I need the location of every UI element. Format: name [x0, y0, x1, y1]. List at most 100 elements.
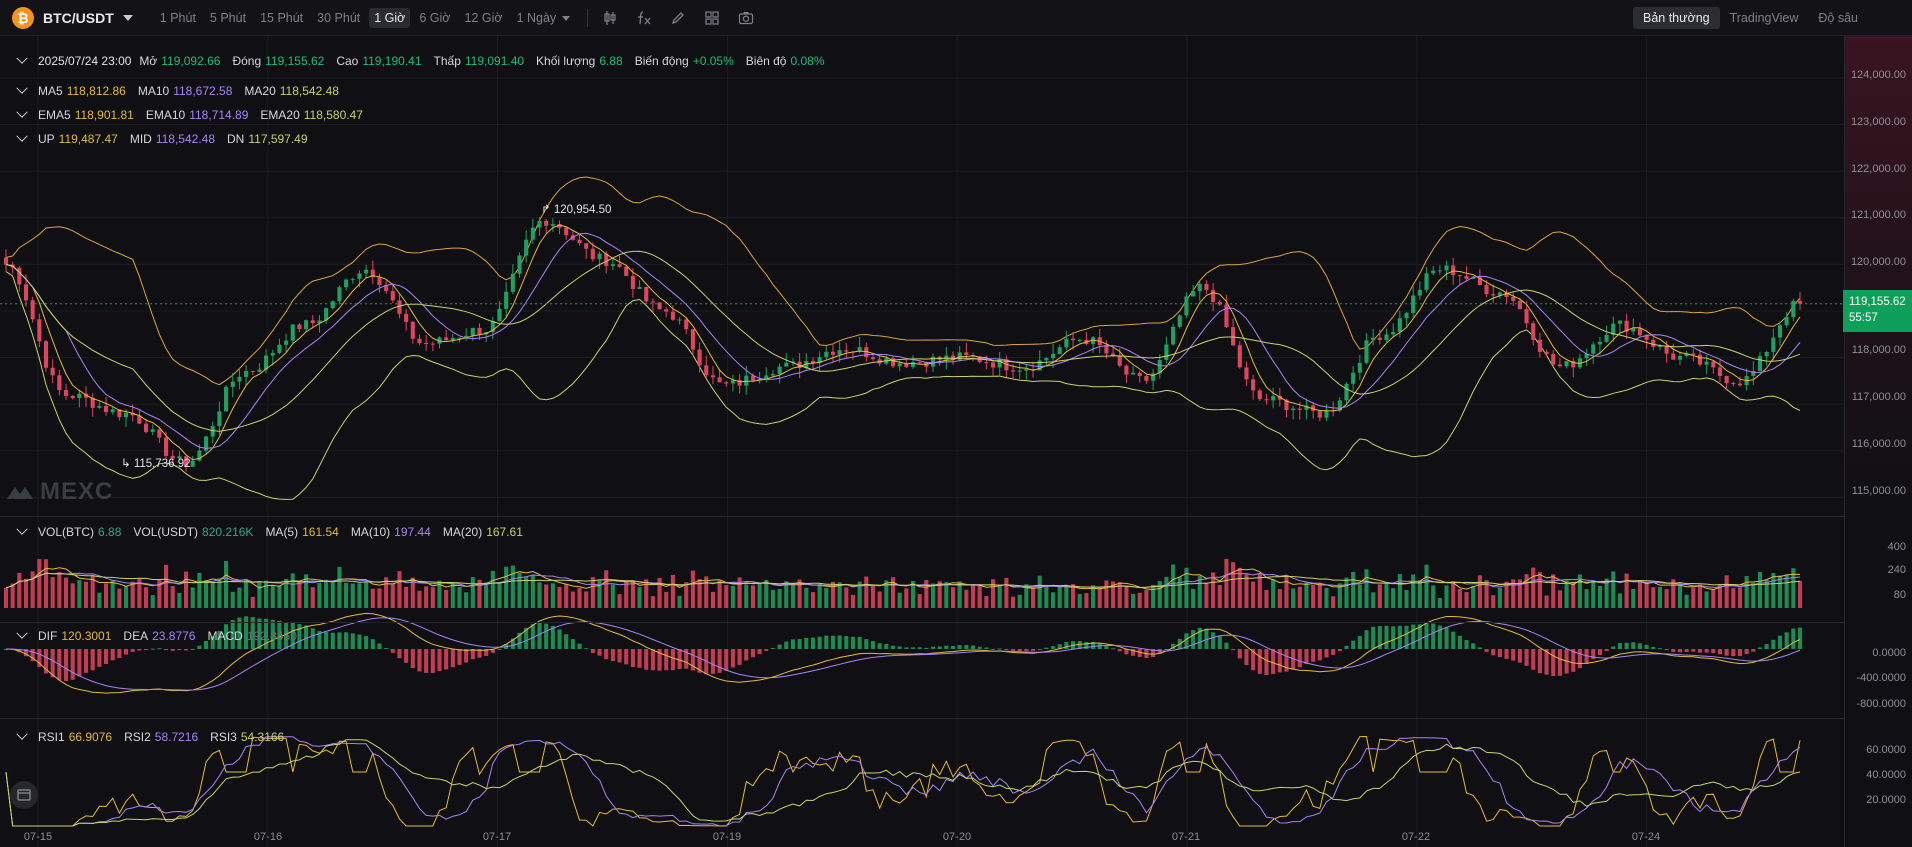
- collapse-chevron-icon[interactable]: [16, 523, 28, 535]
- layout-grid-icon[interactable]: [702, 8, 722, 28]
- collapse-chevron-icon[interactable]: [16, 130, 28, 142]
- candle-body: [1437, 270, 1442, 272]
- collapse-chevron-icon[interactable]: [16, 52, 28, 64]
- candle-body: [1271, 396, 1276, 401]
- volume-bar: [10, 583, 15, 608]
- macd-histogram-bar: [464, 649, 469, 663]
- macd-histogram-bar: [1384, 625, 1389, 649]
- volume-bar: [277, 585, 282, 608]
- macd-histogram-bar: [937, 646, 942, 649]
- interval-1m[interactable]: 1 Phút: [155, 8, 201, 28]
- volume-bar: [317, 582, 322, 608]
- candle-body: [284, 340, 289, 345]
- collapse-chevron-icon[interactable]: [16, 728, 28, 740]
- volume-bar: [637, 587, 642, 608]
- volume-bar: [1324, 587, 1329, 608]
- candle-body: [77, 393, 82, 399]
- chart-canvas[interactable]: [0, 36, 1844, 847]
- volume-bar: [604, 570, 609, 608]
- draw-pencil-icon[interactable]: [668, 8, 688, 28]
- interval-5m[interactable]: 5 Phút: [205, 8, 251, 28]
- macd-histogram-bar: [324, 631, 329, 649]
- pair-selector[interactable]: ₿ BTC/USDT: [12, 6, 133, 29]
- candle-body: [910, 362, 916, 367]
- macd-histogram-bar: [50, 649, 55, 678]
- volume-bar: [1344, 577, 1349, 608]
- price-axis[interactable]: 124,000.00 123,000.00 122,000.00 121,000…: [1843, 36, 1912, 847]
- indicator-fx-icon[interactable]: [634, 8, 654, 28]
- volume-bar: [1631, 588, 1636, 608]
- candle-body: [1717, 367, 1723, 376]
- collapse-chevron-icon[interactable]: [16, 82, 28, 94]
- interval-15m[interactable]: 15 Phút: [255, 8, 308, 28]
- candle-body: [644, 286, 649, 302]
- candle-body: [110, 409, 115, 413]
- candle-body: [1117, 355, 1122, 366]
- candle-body: [1657, 346, 1663, 348]
- macd-histogram-bar: [377, 643, 382, 649]
- low-marker: ↳ 115,736.92: [121, 456, 191, 470]
- vol-ma20-value: 167.61: [486, 525, 523, 539]
- macd-histogram-bar: [1304, 649, 1309, 665]
- interval-1h[interactable]: 1 Giờ: [369, 7, 411, 28]
- candle-body: [597, 253, 602, 260]
- price-tick: 124,000.00: [1850, 69, 1906, 81]
- mexc-watermark: MEXC: [6, 478, 113, 506]
- candle-body: [1364, 340, 1369, 363]
- candle-body: [310, 320, 315, 323]
- candle-body: [870, 357, 876, 360]
- candle-body: [123, 412, 129, 418]
- candle-body: [524, 239, 529, 256]
- macd-histogram-bar: [1297, 649, 1302, 668]
- macd-histogram-bar: [1104, 646, 1109, 649]
- volume-bar: [30, 571, 35, 608]
- volume-bar: [123, 586, 129, 608]
- rsi3-line: [5, 739, 1801, 827]
- volume-bar: [1131, 593, 1136, 608]
- interval-30m[interactable]: 30 Phút: [312, 8, 365, 28]
- macd-histogram-bar: [1324, 649, 1329, 658]
- macd-histogram-bar: [890, 645, 896, 649]
- collapse-chevron-icon[interactable]: [16, 627, 28, 639]
- chart-settings-button[interactable]: [10, 781, 38, 809]
- macd-histogram-bar: [644, 649, 649, 670]
- candle-body: [1317, 410, 1322, 418]
- view-tradingview[interactable]: TradingView: [1720, 7, 1809, 29]
- candle-body: [244, 370, 249, 377]
- macd-histogram-bar: [1731, 649, 1736, 657]
- volume-bar: [464, 592, 469, 608]
- interval-6h[interactable]: 6 Giờ: [414, 8, 455, 28]
- pane-divider: [0, 516, 1844, 517]
- dea-value: 23.8776: [152, 629, 196, 643]
- volume-bar: [1004, 577, 1009, 608]
- chevron-down-icon: [562, 15, 571, 21]
- collapse-chevron-icon[interactable]: [16, 106, 28, 118]
- interval-1d[interactable]: 1 Ngày: [512, 8, 576, 28]
- candle-body: [1057, 347, 1062, 354]
- volume-bar: [1424, 564, 1429, 608]
- view-standard[interactable]: Bản thường: [1632, 7, 1720, 29]
- volume-bar: [1644, 582, 1649, 608]
- volume-bar: [177, 592, 182, 608]
- macd-histogram-bar: [184, 649, 189, 651]
- volume-bar: [524, 576, 529, 608]
- macd-histogram-bar: [1771, 639, 1776, 649]
- macd-histogram-bar: [677, 649, 682, 670]
- interval-12h[interactable]: 12 Giờ: [460, 8, 508, 28]
- volume-bar: [63, 577, 69, 608]
- macd-histogram-bar: [1777, 635, 1783, 649]
- volume-bar: [1551, 574, 1556, 608]
- date-tick: 07-17: [482, 831, 512, 843]
- macd-histogram-bar: [310, 628, 315, 649]
- view-depth[interactable]: Độ sâu: [1808, 7, 1868, 29]
- low-label: Thấp: [433, 54, 461, 68]
- screenshot-camera-icon[interactable]: [736, 8, 756, 28]
- candle-type-icon[interactable]: [600, 8, 620, 28]
- macd-histogram-bar: [577, 643, 582, 649]
- candle-body: [544, 220, 549, 226]
- volume-bar: [950, 587, 956, 608]
- vol-tick: 400: [1887, 541, 1906, 553]
- macd-tick: -400.0000: [1856, 672, 1906, 684]
- macd-histogram-bar: [417, 649, 422, 672]
- boll-dn-label: DN: [227, 132, 245, 146]
